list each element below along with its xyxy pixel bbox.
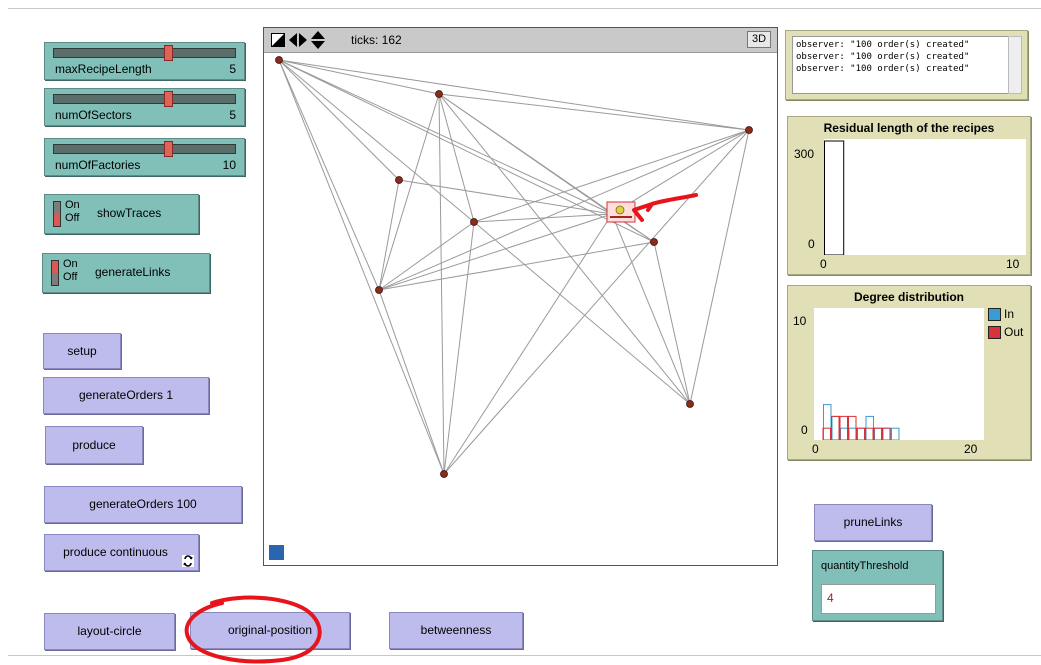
- legend-swatch-in: [988, 308, 1001, 321]
- x-tick-min: 0: [812, 442, 819, 456]
- switch-off-label: Off: [63, 271, 78, 283]
- slider-label: maxRecipeLength: [55, 62, 152, 76]
- x-tick-max: 20: [964, 442, 978, 456]
- horizontal-arrows-icon[interactable]: [289, 33, 307, 47]
- world-view[interactable]: ticks: 162 3D: [263, 27, 778, 566]
- quantity-threshold-field[interactable]: 4: [821, 584, 936, 614]
- vertical-arrows-icon[interactable]: [311, 31, 325, 49]
- bar-in-6: [874, 427, 883, 441]
- slider-value: 10: [222, 158, 236, 172]
- switch-label: generateLinks: [95, 265, 171, 279]
- produce-button[interactable]: produce: [45, 426, 143, 464]
- y-tick-max: 10: [793, 314, 807, 328]
- button-label: generateOrders 1: [78, 388, 174, 402]
- x-tick-min: 0: [820, 257, 827, 271]
- layout-circle-button[interactable]: layout-circle: [44, 613, 175, 650]
- toggle-knob: [52, 261, 58, 273]
- prune-links-button[interactable]: pruneLinks: [814, 504, 932, 541]
- plot-title: Residual length of the recipes: [823, 121, 995, 135]
- zoom-icon[interactable]: [271, 33, 285, 47]
- plot-residual-length: Residual length of the recipes 300 0 0 1…: [787, 116, 1031, 275]
- output-line: observer: "100 order(s) created": [796, 52, 970, 62]
- ticks-counter: ticks: 162: [351, 33, 402, 47]
- betweenness-button[interactable]: betweenness: [389, 612, 523, 649]
- plot-degree-distribution: Degree distribution 10 0 0 20 In Out: [787, 285, 1031, 460]
- toggle-knob: [54, 214, 60, 226]
- bar-in-1: [831, 415, 840, 441]
- bar-out-5: [865, 427, 874, 441]
- toggle-knob-track[interactable]: [51, 260, 59, 286]
- slider-label: numOfFactories: [55, 158, 141, 172]
- produce-continuous-button[interactable]: produce continuous: [44, 534, 199, 571]
- output-line: observer: "100 order(s) created": [796, 40, 970, 50]
- plot-area: [824, 139, 1026, 256]
- output-text[interactable]: observer: "100 order(s) created" observer…: [792, 36, 1010, 94]
- bar-out-0: [822, 427, 831, 441]
- bar-in-7: [882, 427, 891, 441]
- plot-title: Degree distribution: [853, 290, 964, 304]
- button-label: produce: [72, 438, 116, 452]
- world-corner-marker: [269, 545, 284, 560]
- quantity-threshold-input[interactable]: quantityThreshold 4: [812, 550, 943, 621]
- slider-value: 5: [229, 108, 236, 122]
- switch-on-label: On: [65, 199, 80, 211]
- legend-swatch-out: [988, 326, 1001, 339]
- slider-max-recipe-length[interactable]: maxRecipeLength 5: [44, 42, 245, 80]
- slider-value: 5: [229, 62, 236, 76]
- slider-handle[interactable]: [164, 91, 174, 107]
- button-label: produce continuous: [63, 545, 168, 559]
- slider-handle[interactable]: [164, 141, 174, 157]
- switch-off-label: Off: [65, 212, 80, 224]
- legend-label: Out: [1004, 325, 1024, 339]
- button-label: betweenness: [420, 623, 492, 637]
- slider-handle[interactable]: [164, 45, 174, 61]
- bar-out-7: [882, 427, 891, 441]
- slider-track: [53, 48, 236, 58]
- y-tick-min: 0: [801, 423, 808, 437]
- plot-area: [814, 308, 984, 441]
- button-label: layout-circle: [77, 624, 142, 638]
- forever-icon: [182, 555, 194, 567]
- bar-out-1: [831, 415, 840, 441]
- network-graph: [275, 56, 753, 478]
- output-line: observer: "100 order(s) created": [796, 64, 970, 74]
- bar-out-4: [856, 427, 865, 441]
- switch-label: showTraces: [97, 206, 162, 220]
- annotation-arrow: [632, 193, 698, 222]
- plot-canvas: [824, 140, 845, 256]
- button-label: setup: [67, 344, 97, 358]
- world-view-toolbar: ticks: 162 3D: [264, 28, 777, 53]
- bar-in-2: [840, 427, 849, 441]
- switch-on-label: On: [63, 258, 78, 270]
- slider-track: [53, 144, 236, 154]
- slider-num-of-factories[interactable]: numOfFactories 10: [44, 138, 245, 176]
- toggle-knob-track[interactable]: [53, 201, 61, 227]
- bar-0: [824, 140, 845, 256]
- legend-label: In: [1004, 307, 1015, 321]
- switch-show-traces[interactable]: On Off showTraces: [44, 194, 199, 234]
- bar-in-0: [823, 404, 832, 441]
- setup-button[interactable]: setup: [43, 333, 121, 369]
- switch-generate-links[interactable]: On Off generateLinks: [42, 253, 210, 293]
- input-label: quantityThreshold: [821, 560, 909, 572]
- annotation-ellipse: [184, 595, 322, 664]
- y-tick-max: 300: [794, 147, 815, 161]
- button-label: pruneLinks: [843, 515, 903, 529]
- slider-track: [53, 94, 236, 104]
- generate-orders-1-button[interactable]: generateOrders 1: [43, 377, 209, 414]
- slider-label: numOfSectors: [55, 108, 132, 122]
- output-scrollbar[interactable]: [1008, 36, 1022, 94]
- bar-in-4: [857, 427, 866, 441]
- slider-num-of-sectors[interactable]: numOfSectors 5: [44, 88, 245, 126]
- generate-orders-100-button[interactable]: generateOrders 100: [44, 486, 242, 523]
- command-output: observer: "100 order(s) created" observer…: [785, 30, 1028, 100]
- bar-in-8: [891, 427, 900, 441]
- x-tick-max: 10: [1006, 257, 1020, 271]
- bar-in-3: [848, 427, 857, 441]
- 3d-button[interactable]: 3D: [747, 31, 771, 48]
- y-tick-min: 0: [808, 237, 815, 251]
- plot-canvas: [822, 404, 900, 441]
- button-label: generateOrders 100: [89, 497, 197, 511]
- bar-out-6: [873, 427, 882, 441]
